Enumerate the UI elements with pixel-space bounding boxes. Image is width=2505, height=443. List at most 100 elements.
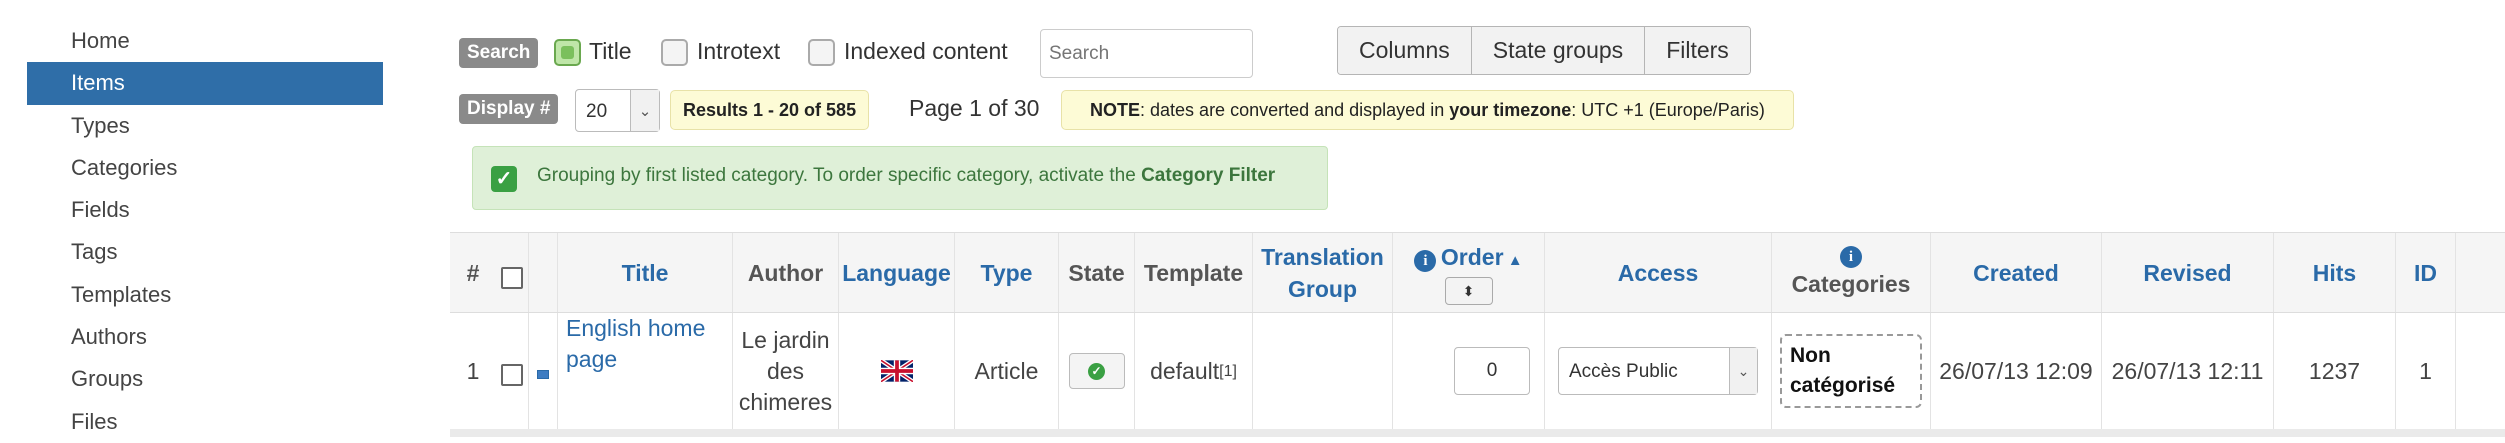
row-author-line1: Le jardin bbox=[741, 326, 830, 353]
grouping-alert: ✓ Grouping by first listed category. To … bbox=[472, 146, 1328, 210]
row-template-value: default bbox=[1150, 357, 1220, 384]
header-translation-group-line2: Group bbox=[1288, 275, 1357, 302]
header-language[interactable]: Language bbox=[838, 233, 954, 312]
state-published-button[interactable]: ✓ bbox=[1068, 353, 1125, 389]
note-text-2: : UTC +1 (Europe/Paris) bbox=[1571, 100, 1765, 120]
header-type[interactable]: Type bbox=[954, 233, 1058, 312]
row-id: 1 bbox=[2395, 313, 2455, 429]
header-extra bbox=[2455, 233, 2505, 312]
category-badge[interactable]: Non catégorisé bbox=[1780, 334, 1922, 408]
note-text-1: : dates are converted and displayed in bbox=[1140, 100, 1450, 120]
header-translation-group[interactable]: Translation Group bbox=[1252, 233, 1392, 312]
header-state: State bbox=[1058, 233, 1134, 312]
row-type: Article bbox=[954, 313, 1058, 429]
note-timezone: your timezone bbox=[1449, 100, 1572, 120]
search-input[interactable] bbox=[1040, 29, 1253, 78]
row-preview bbox=[528, 313, 557, 429]
table-row: 1 English home page Le jardin des chimer… bbox=[450, 313, 2505, 429]
row-author-line2: des bbox=[766, 357, 805, 384]
row-translation-group bbox=[1252, 313, 1392, 429]
header-categories: i Categories bbox=[1771, 233, 1930, 312]
header-revised[interactable]: Revised bbox=[2101, 233, 2273, 312]
row-title-link[interactable]: English home page bbox=[557, 313, 732, 429]
header-created[interactable]: Created bbox=[1930, 233, 2101, 312]
category-filter-link[interactable]: Category Filter bbox=[1141, 165, 1275, 186]
title-filter-label[interactable]: Title bbox=[589, 38, 632, 65]
row-select bbox=[496, 313, 528, 429]
header-translation-group-line1: Translation bbox=[1261, 243, 1384, 270]
check-icon: ✓ bbox=[491, 166, 517, 192]
access-value: Accès Public bbox=[1569, 361, 1678, 382]
row-revised: 26/07/13 12:11 bbox=[2101, 313, 2273, 429]
select-all-checkbox[interactable] bbox=[501, 266, 523, 289]
header-num: # bbox=[466, 259, 480, 286]
header-hits[interactable]: Hits bbox=[2273, 233, 2395, 312]
page-info: Page 1 of 30 bbox=[909, 95, 1040, 121]
table-divider bbox=[450, 429, 2505, 437]
alert-text: Grouping by first listed category. To or… bbox=[537, 165, 1142, 186]
row-checkbox[interactable] bbox=[501, 364, 523, 386]
items-table: # Title Author Language Type State Templ… bbox=[450, 232, 2505, 437]
category-line2: catégorisé bbox=[1790, 374, 1896, 397]
indexed-content-filter-label[interactable]: Indexed content bbox=[844, 38, 1008, 65]
timezone-note: NOTE: dates are converted and displayed … bbox=[1061, 90, 1794, 130]
order-input[interactable]: 0 bbox=[1454, 347, 1530, 395]
header-title[interactable]: Title bbox=[557, 233, 732, 312]
results-count: Results 1 - 20 of 585 bbox=[670, 90, 870, 130]
row-access: Accès Public ⌄ bbox=[1544, 313, 1771, 429]
row-template: default [1] bbox=[1134, 313, 1252, 429]
state-groups-button[interactable]: State groups bbox=[1471, 27, 1646, 74]
table-header: # Title Author Language Type State Templ… bbox=[450, 232, 2505, 313]
row-title-line1: English home bbox=[566, 315, 706, 341]
introtext-filter-label[interactable]: Introtext bbox=[697, 38, 780, 65]
indexed-content-checkbox[interactable] bbox=[808, 39, 835, 66]
header-author: Author bbox=[732, 233, 838, 312]
categories-info-icon[interactable]: i bbox=[1840, 245, 1862, 268]
sidebar-item-types[interactable]: Types bbox=[27, 105, 383, 147]
row-author-line3: chimeres bbox=[738, 388, 833, 415]
row-state: ✓ bbox=[1058, 313, 1134, 429]
check-circle-icon: ✓ bbox=[1088, 362, 1105, 380]
sidebar-item-items[interactable]: Items bbox=[27, 62, 383, 105]
title-checkbox[interactable] bbox=[554, 39, 581, 66]
introtext-checkbox[interactable] bbox=[661, 39, 688, 66]
monitor-icon[interactable] bbox=[537, 369, 549, 379]
info-icon[interactable]: i bbox=[1414, 249, 1437, 272]
columns-button[interactable]: Columns bbox=[1338, 27, 1472, 74]
row-template-sup: [1] bbox=[1219, 362, 1237, 380]
display-count-value: 20 bbox=[586, 101, 608, 122]
sidebar-item-authors[interactable]: Authors bbox=[27, 316, 383, 358]
header-access[interactable]: Access bbox=[1544, 233, 1771, 312]
sort-asc-icon: ▲ bbox=[1503, 251, 1523, 269]
display-count-select[interactable]: 20 ⌄ bbox=[575, 89, 660, 132]
sidebar-item-fields[interactable]: Fields bbox=[27, 189, 383, 231]
row-created: 26/07/13 12:09 bbox=[1930, 313, 2101, 429]
sidebar-item-groups[interactable]: Groups bbox=[27, 358, 383, 400]
access-select[interactable]: Accès Public ⌄ bbox=[1558, 347, 1758, 395]
row-language bbox=[838, 313, 954, 429]
row-title-line2: page bbox=[566, 346, 618, 372]
row-num: 1 bbox=[466, 357, 480, 384]
header-blank bbox=[528, 233, 557, 312]
sort-order-button[interactable]: ⬍ bbox=[1444, 276, 1493, 305]
sidebar-item-categories[interactable]: Categories bbox=[27, 147, 383, 189]
sidebar-item-tags[interactable]: Tags bbox=[27, 231, 383, 273]
search-badge: Search bbox=[459, 38, 539, 68]
display-badge: Display # bbox=[459, 94, 559, 124]
category-line1: Non bbox=[1790, 344, 1831, 367]
sidebar: Home Items Types Categories Fields Tags … bbox=[27, 20, 383, 443]
row-categories: Non catégorisé bbox=[1771, 313, 1930, 429]
row-extra bbox=[2455, 313, 2505, 429]
header-categories-label: Categories bbox=[1791, 270, 1911, 297]
sidebar-item-templates[interactable]: Templates bbox=[27, 274, 383, 316]
header-id[interactable]: ID bbox=[2395, 233, 2455, 312]
header-order-label[interactable]: Order bbox=[1441, 244, 1504, 270]
sidebar-item-home[interactable]: Home bbox=[27, 20, 383, 62]
view-button-group: Columns State groups Filters bbox=[1337, 26, 1751, 75]
header-select-all bbox=[496, 233, 528, 312]
filters-button[interactable]: Filters bbox=[1645, 27, 1750, 74]
uk-flag-icon bbox=[880, 360, 913, 382]
chevron-down-icon: ⌄ bbox=[630, 90, 659, 131]
chevron-down-icon: ⌄ bbox=[1729, 348, 1757, 394]
row-author: Le jardin des chimeres bbox=[732, 313, 838, 429]
